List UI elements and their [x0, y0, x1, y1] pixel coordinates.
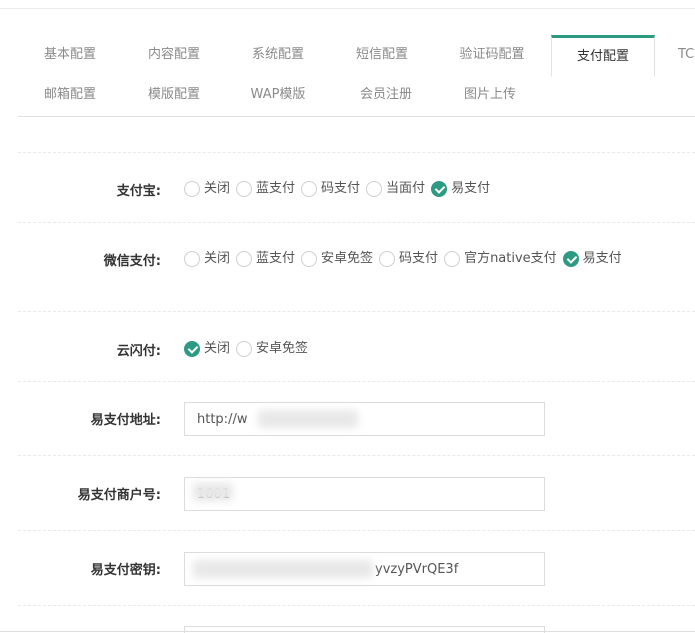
tab-member-register[interactable]: 会员注册: [330, 75, 442, 115]
radio-icon[interactable]: [184, 250, 200, 267]
bottom-divider: [0, 631, 695, 632]
tab-mail-config[interactable]: 邮箱配置: [18, 75, 122, 115]
tab-image-upload[interactable]: 图片上传: [438, 75, 542, 115]
unionpay-label: 云闪付:: [116, 344, 161, 359]
epay-merchant-input[interactable]: [184, 477, 545, 511]
wechat-option-native[interactable]: 官方native支付: [444, 248, 557, 269]
row-divider: [18, 381, 695, 382]
radio-icon[interactable]: [366, 180, 383, 197]
tab-payment-config[interactable]: 支付配置: [551, 35, 655, 77]
alipay-label: 支付宝:: [116, 184, 161, 199]
payment-config-page: 基本配置 内容配置 系统配置 短信配置 验证码配置 支付配置 TC 邮箱配置 模…: [0, 0, 695, 633]
epay-key-label: 易支付密钥:: [90, 563, 161, 578]
tab-basic-config[interactable]: 基本配置: [18, 35, 122, 75]
radio-icon[interactable]: [184, 180, 200, 197]
radio-icon[interactable]: [236, 250, 253, 267]
redaction-blur: [193, 483, 233, 501]
radio-checked-icon[interactable]: [184, 340, 200, 357]
wechat-option-codepay[interactable]: 码支付: [379, 248, 438, 269]
alipay-option-codepay[interactable]: 码支付: [301, 178, 360, 199]
tab-wap-template[interactable]: WAP模版: [226, 75, 330, 115]
radio-icon[interactable]: [444, 250, 461, 267]
wechat-option-lanpay[interactable]: 蓝支付: [236, 248, 295, 269]
unionpay-option-off[interactable]: 关闭: [184, 338, 230, 359]
row-divider: [18, 152, 695, 153]
epay-url-input[interactable]: [184, 402, 545, 436]
wechat-option-off[interactable]: 关闭: [184, 248, 230, 269]
redaction-blur: [193, 560, 373, 578]
tab-sms-config[interactable]: 短信配置: [330, 35, 434, 75]
alipay-option-off[interactable]: 关闭: [184, 178, 230, 199]
tab-content-config[interactable]: 内容配置: [122, 35, 226, 75]
tab-captcha-config[interactable]: 验证码配置: [434, 35, 550, 75]
radio-checked-icon[interactable]: [562, 250, 579, 267]
row-divider: [18, 605, 695, 606]
wechat-radio-group: 关闭 蓝支付 安卓免签 码支付 官方native支付 易支付: [184, 248, 634, 274]
tab-template-config[interactable]: 模版配置: [122, 75, 226, 115]
alipay-radio-group: 关闭 蓝支付 码支付 当面付 易支付: [184, 178, 634, 204]
wechat-option-android[interactable]: 安卓免签: [301, 248, 373, 269]
wechat-label: 微信支付:: [103, 254, 161, 269]
config-tabs: 基本配置 内容配置 系统配置 短信配置 验证码配置 支付配置 TC 邮箱配置 模…: [18, 35, 695, 117]
tab-tc-config[interactable]: TC: [678, 35, 695, 75]
alipay-option-epay[interactable]: 易支付: [431, 178, 490, 199]
radio-icon[interactable]: [379, 250, 396, 267]
tab-system-config[interactable]: 系统配置: [226, 35, 330, 75]
wechat-option-epay[interactable]: 易支付: [562, 248, 622, 269]
row-divider: [18, 222, 695, 223]
radio-icon[interactable]: [301, 250, 318, 267]
epay-merchant-label: 易支付商户号:: [77, 488, 161, 503]
unionpay-radio-group: 关闭 安卓免签: [184, 338, 634, 364]
row-divider: [18, 530, 695, 531]
alipay-option-lanpay[interactable]: 蓝支付: [236, 178, 295, 199]
radio-checked-icon[interactable]: [431, 180, 448, 197]
row-divider: [18, 455, 695, 456]
top-divider: [0, 8, 695, 9]
row-divider: [18, 311, 695, 312]
epay-url-label: 易支付地址:: [90, 413, 161, 428]
radio-icon[interactable]: [236, 340, 253, 357]
unionpay-option-android[interactable]: 安卓免签: [236, 338, 308, 359]
alipay-option-f2f[interactable]: 当面付: [366, 178, 425, 199]
redaction-blur: [258, 410, 358, 428]
radio-icon[interactable]: [301, 180, 318, 197]
radio-icon[interactable]: [236, 180, 253, 197]
